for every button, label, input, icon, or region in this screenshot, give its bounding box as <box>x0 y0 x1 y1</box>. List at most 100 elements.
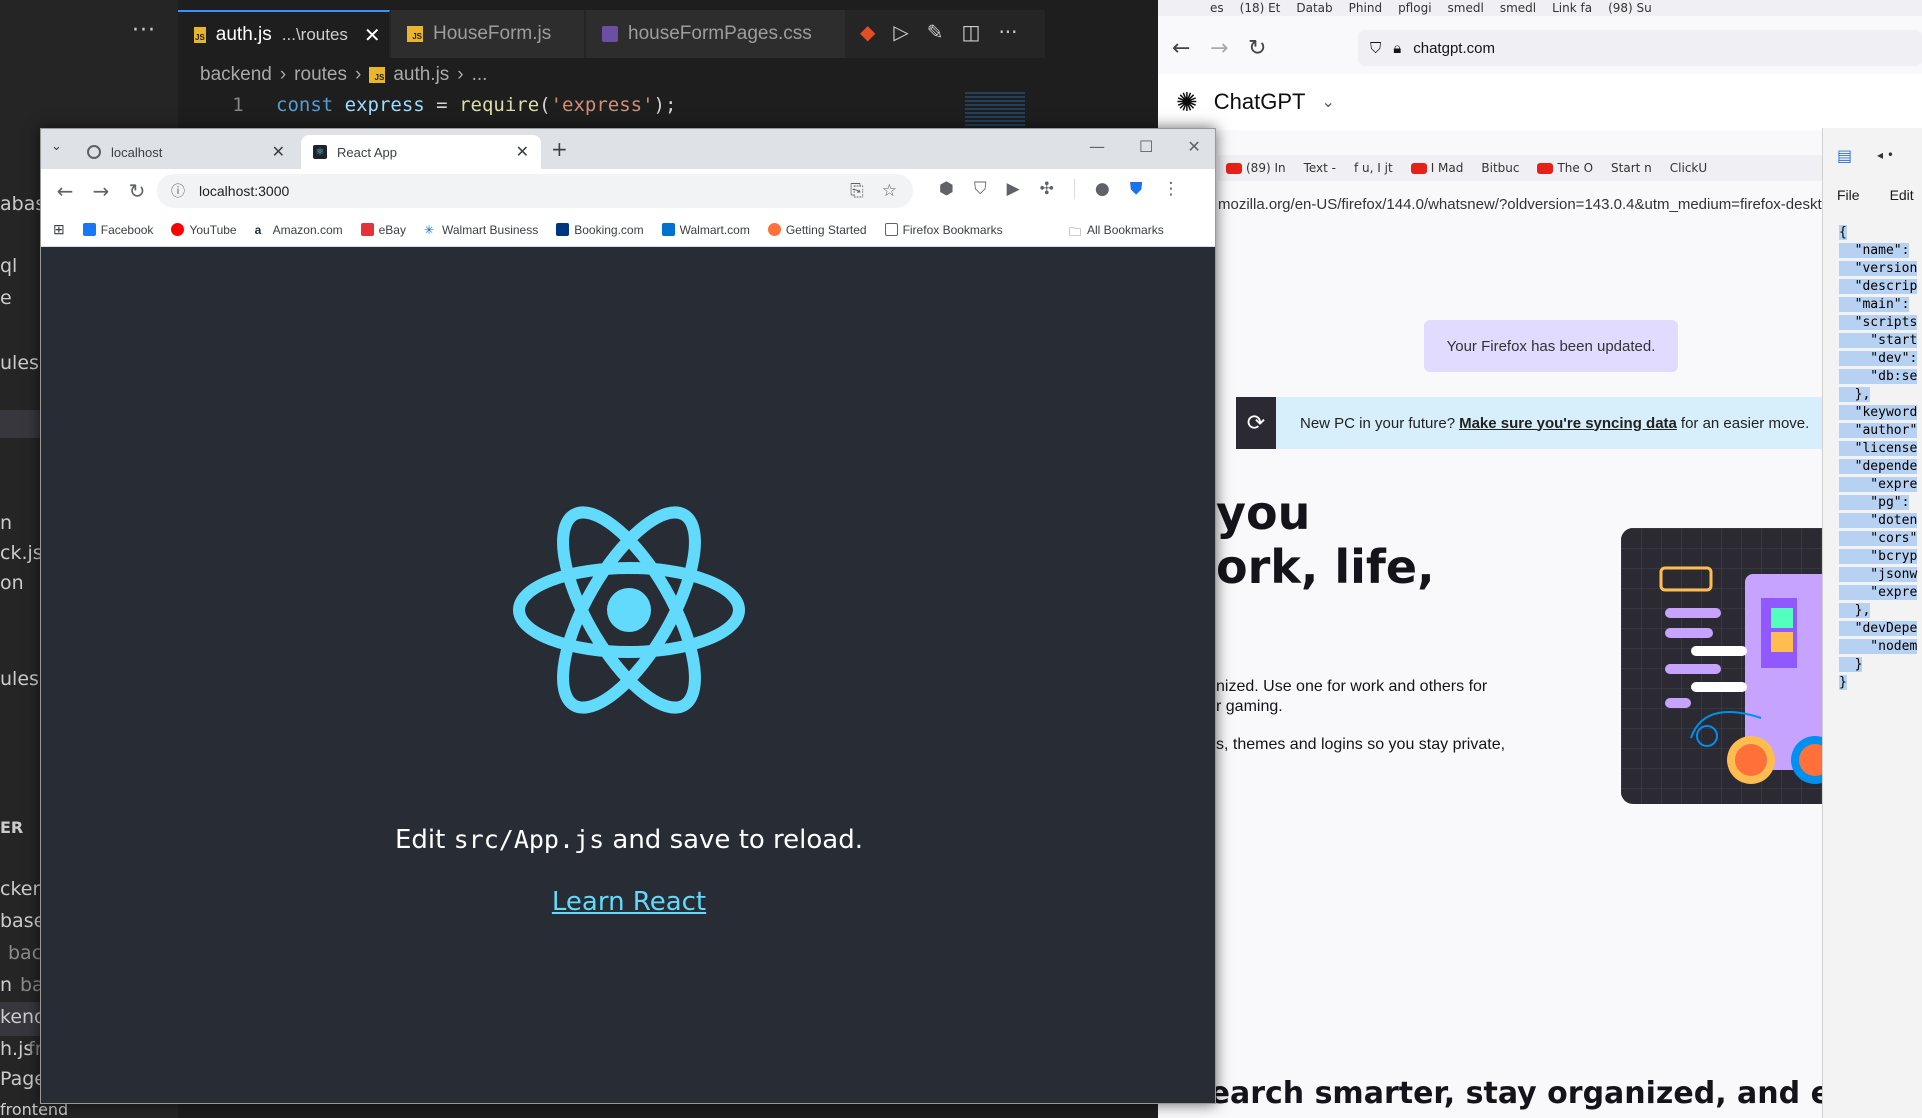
explorer-item[interactable]: ules <box>0 668 39 690</box>
bookmark-folder-firefox[interactable]: Firefox Bookmarks <box>884 223 1003 237</box>
forward-arrow-icon[interactable]: → <box>83 179 119 203</box>
bookmark-amazon[interactable]: a Amazon.com <box>254 223 343 237</box>
bookmark-item[interactable]: Text - <box>1304 161 1336 175</box>
bookmark-item[interactable]: Bitbuc <box>1481 161 1519 175</box>
bookmark-item[interactable]: Start n <box>1611 161 1652 175</box>
bookmark-facebook[interactable]: Facebook <box>82 223 153 237</box>
bookmark-item[interactable]: (98) Su <box>1608 1 1652 15</box>
forward-arrow-icon[interactable]: → <box>1210 36 1234 61</box>
notepad-text-area[interactable]: { "name": "version "descrip "main": "scr… <box>1839 224 1918 692</box>
bookmark-youtube[interactable]: YouTube <box>171 223 237 237</box>
folder-icon: 🗀︎ <box>1069 225 1082 239</box>
explorer-item[interactable]: ql <box>0 255 17 277</box>
back-arrow-icon[interactable]: ← <box>47 179 83 203</box>
explorer-item[interactable]: n <box>0 512 12 534</box>
breadcrumb-item[interactable]: auth.js <box>393 64 449 86</box>
chrome-menu-icon[interactable]: ⋮ <box>1163 179 1180 199</box>
reload-icon[interactable]: ↻ <box>1248 36 1272 61</box>
apps-grid-icon[interactable]: ⊞ <box>53 221 65 238</box>
bookmark-item[interactable]: smedl <box>1500 1 1536 15</box>
bookmark-item[interactable]: (18) Et <box>1240 1 1281 15</box>
tab-search-chevron-icon[interactable]: ⌄ <box>51 139 62 154</box>
split-editor-icon[interactable]: ◫ <box>962 20 981 44</box>
sync-icon: ⟳ <box>1236 397 1276 449</box>
bookmark-item[interactable]: I Mad <box>1410 161 1463 175</box>
bookmark-item[interactable]: pflogi <box>1398 1 1431 15</box>
sync-link[interactable]: Make sure you're syncing data <box>1459 415 1677 432</box>
close-window-icon[interactable]: ✕ <box>1187 137 1200 156</box>
bookmark-booking[interactable]: Booking.com <box>556 223 644 237</box>
explorer-item[interactable]: on <box>0 572 24 594</box>
explorer-item[interactable]: n <box>0 974 12 996</box>
shield-icon[interactable]: ⛉ <box>1370 40 1381 57</box>
tab-scroll-arrows[interactable]: ◂ • <box>1877 148 1894 162</box>
openai-logo-icon: ✺ <box>1176 86 1198 117</box>
close-tab-icon[interactable]: ✕ <box>364 23 381 48</box>
notepad-text-line: "version <box>1839 261 1918 276</box>
bookmark-item[interactable]: Datab <box>1296 1 1332 15</box>
all-bookmarks-button[interactable]: 🗀︎ All Bookmarks <box>1069 223 1164 244</box>
whatsnew-url-text[interactable]: mozilla.org/en-US/firefox/144.0/whatsnew… <box>1218 196 1861 213</box>
explorer-item[interactable]: e <box>0 287 12 309</box>
chevron-right-icon: › <box>457 64 464 85</box>
bookmark-star-icon[interactable]: ☆ <box>882 181 897 201</box>
site-title[interactable]: ChatGPT <box>1214 89 1306 115</box>
site-info-icon[interactable]: ⓘ <box>171 181 185 201</box>
bookmark-item[interactable]: smedl <box>1448 1 1484 15</box>
run-icon[interactable]: ▷ <box>893 20 908 44</box>
firefox-url-bar[interactable]: ⛉ 🔒︎ chatgpt.com <box>1358 30 1922 66</box>
shield-extension-icon[interactable]: ⛉ <box>974 179 987 199</box>
chrome-window: ⌄ localhost ✕ ⚛ React App ✕ + — ☐ ✕ ← → … <box>40 128 1216 1104</box>
chevron-down-icon[interactable]: ⌄ <box>1322 92 1335 112</box>
code-line[interactable]: 1 const express = require('express'); <box>200 94 676 116</box>
breadcrumb-item[interactable]: backend <box>200 64 272 86</box>
reload-icon[interactable]: ↻ <box>119 179 155 203</box>
bookmark-walmart-business[interactable]: ✳ Walmart Business <box>423 223 538 237</box>
pen-icon[interactable]: ✎ <box>927 20 944 44</box>
extension-icon[interactable]: ⬢ <box>939 179 954 199</box>
bookmark-item[interactable]: ClickU <box>1670 161 1707 175</box>
breadcrumb-item[interactable]: routes <box>294 64 347 86</box>
url-text: chatgpt.com <box>1413 39 1495 57</box>
minimap[interactable] <box>965 92 1025 128</box>
bookmark-item[interactable]: es <box>1210 1 1224 15</box>
bookmark-item[interactable]: Phind <box>1349 1 1382 15</box>
whatsnew-paragraph: s, themes and logins so you stay private… <box>1216 736 1506 753</box>
lock-icon[interactable]: 🔒︎ <box>1393 40 1401 57</box>
git-compare-icon[interactable]: ◆ <box>860 20 875 44</box>
menu-edit[interactable]: Edit <box>1890 187 1914 203</box>
bookmark-ebay[interactable]: eBay <box>360 223 406 237</box>
breadcrumb-item[interactable]: ... <box>472 64 488 86</box>
install-app-icon[interactable]: ⎘ <box>850 181 864 201</box>
explorer-section-header[interactable]: ER <box>0 818 23 837</box>
bookmark-item[interactable]: The O <box>1537 161 1593 175</box>
new-tab-icon[interactable]: + <box>551 137 568 161</box>
tab-react-app[interactable]: ⚛ React App ✕ <box>301 135 541 169</box>
close-tab-icon[interactable]: ✕ <box>272 142 285 162</box>
bookmark-item[interactable]: (89) In <box>1226 161 1286 175</box>
whatsnew-paragraph: nized. Use one for work and others for <box>1216 678 1488 695</box>
bitwarden-icon[interactable]: ⛊ <box>1130 179 1143 199</box>
back-arrow-icon[interactable]: ← <box>1172 36 1196 61</box>
minimize-icon[interactable]: — <box>1089 137 1105 156</box>
tab-houseformpages-css[interactable]: houseFormPages.css <box>586 10 846 58</box>
explorer-item[interactable]: ules <box>0 352 39 374</box>
video-extension-icon[interactable]: ▶ <box>1007 179 1020 199</box>
close-tab-icon[interactable]: ✕ <box>516 142 529 162</box>
more-actions-icon[interactable]: ··· <box>132 18 156 43</box>
profile-avatar-icon[interactable]: ● <box>1095 179 1110 199</box>
learn-react-link[interactable]: Learn React <box>41 887 1215 917</box>
chrome-address-bar[interactable]: ⓘ localhost:3000 ⎘ ☆ <box>157 174 913 208</box>
maximize-icon[interactable]: ☐ <box>1139 137 1153 156</box>
bookmark-walmart[interactable]: Walmart.com <box>661 223 750 237</box>
tab-houseform-js[interactable]: JS HouseForm.js <box>391 10 585 58</box>
javascript-file-icon: JS <box>407 26 423 42</box>
bookmark-getting-started[interactable]: Getting Started <box>767 223 867 237</box>
puzzle-icon[interactable]: ✣ <box>1040 179 1054 199</box>
tab-auth-js[interactable]: JS auth.js ...\routes ✕ <box>178 10 390 58</box>
bookmark-item[interactable]: f u, I jt <box>1354 161 1393 175</box>
tab-localhost[interactable]: localhost ✕ <box>75 135 297 169</box>
more-actions-icon[interactable]: ··· <box>998 20 1017 44</box>
bookmark-item[interactable]: Link fa <box>1552 1 1592 15</box>
menu-file[interactable]: File <box>1837 187 1860 203</box>
